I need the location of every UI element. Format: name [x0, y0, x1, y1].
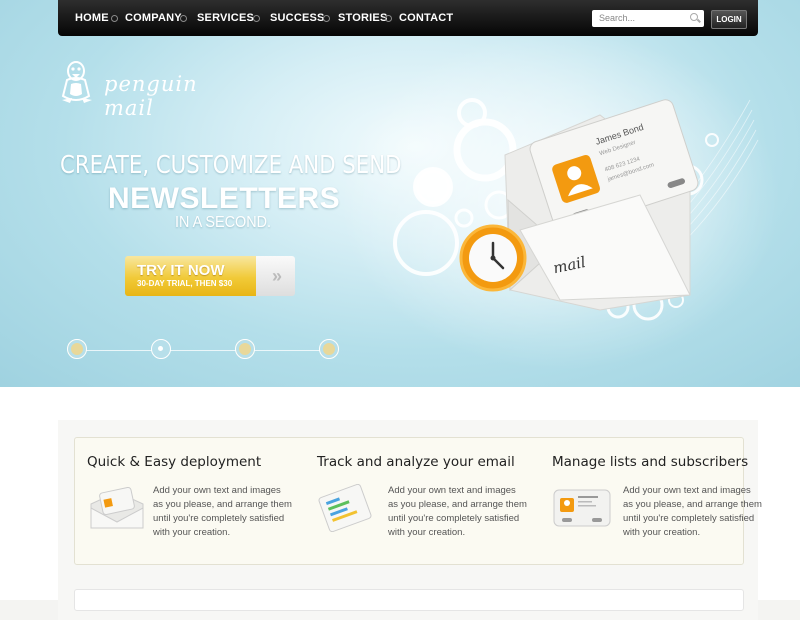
- nav-separator: [111, 15, 118, 22]
- slider-track: [77, 350, 329, 351]
- slider-dot-3[interactable]: [235, 339, 255, 359]
- penguin-icon: [61, 61, 92, 103]
- search-icon[interactable]: [690, 13, 698, 21]
- nav-separator: [385, 15, 392, 22]
- features-panel: Quick & Easy deployment Add your own tex…: [74, 437, 762, 565]
- nav-company[interactable]: COMPANY: [125, 12, 182, 24]
- secondary-panel: [74, 589, 744, 611]
- mail-illustration: James Bond Web Designer 408 623 1234 jam…: [459, 99, 699, 311]
- hero-headline-line2: NEWSLETTERS: [108, 182, 341, 215]
- try-it-now-button[interactable]: TRY IT NOW 30-DAY TRIAL, THEN $30 »: [125, 256, 295, 296]
- double-arrow-icon[interactable]: »: [256, 256, 295, 296]
- envelope-icon: [90, 486, 144, 529]
- nav-separator: [180, 15, 187, 22]
- slider-dot-2[interactable]: [151, 339, 171, 359]
- nav-success[interactable]: SUCCESS: [270, 12, 325, 24]
- contact-card-icon: [553, 489, 611, 527]
- top-navbar: HOME COMPANY SERVICES SUCCESS STORIES CO…: [58, 0, 758, 36]
- chart-icon: [318, 484, 372, 532]
- feature-title: Quick & Easy deployment: [87, 454, 262, 470]
- nav-services[interactable]: SERVICES: [197, 12, 254, 24]
- search-placeholder: Search...: [599, 13, 636, 23]
- login-button[interactable]: LOGIN: [711, 10, 747, 29]
- logo[interactable]: penguin mail: [58, 60, 248, 120]
- nav-stories[interactable]: STORIES: [338, 12, 388, 24]
- slider-dot-4[interactable]: [319, 339, 339, 359]
- hero-headline-line1: CREATE, CUSTOMIZE AND SEND: [60, 150, 402, 179]
- nav-separator: [323, 15, 330, 22]
- try-button-label: TRY IT NOW: [137, 262, 225, 279]
- feature-description: Add your own text and images as you plea…: [153, 485, 292, 538]
- try-button-main[interactable]: TRY IT NOW 30-DAY TRIAL, THEN $30: [125, 256, 256, 296]
- try-button-sublabel: 30-DAY TRIAL, THEN $30: [137, 279, 233, 288]
- hero-banner: James Bond Web Designer 408 623 1234 jam…: [0, 0, 800, 387]
- nav-home[interactable]: HOME: [75, 12, 109, 24]
- slider-dot-1[interactable]: [67, 339, 87, 359]
- feature-description: Add your own text and images as you plea…: [388, 485, 527, 538]
- hero-headline-line3: IN A SECOND.: [175, 214, 272, 231]
- nav-contact[interactable]: CONTACT: [399, 12, 453, 24]
- logo-text: penguin mail: [104, 72, 198, 120]
- feature-title: Manage lists and subscribers: [552, 454, 749, 470]
- feature-description: Add your own text and images as you plea…: [623, 485, 762, 538]
- feature-title: Track and analyze your email: [317, 454, 515, 470]
- search-input[interactable]: Search...: [592, 10, 704, 27]
- nav-separator: [253, 15, 260, 22]
